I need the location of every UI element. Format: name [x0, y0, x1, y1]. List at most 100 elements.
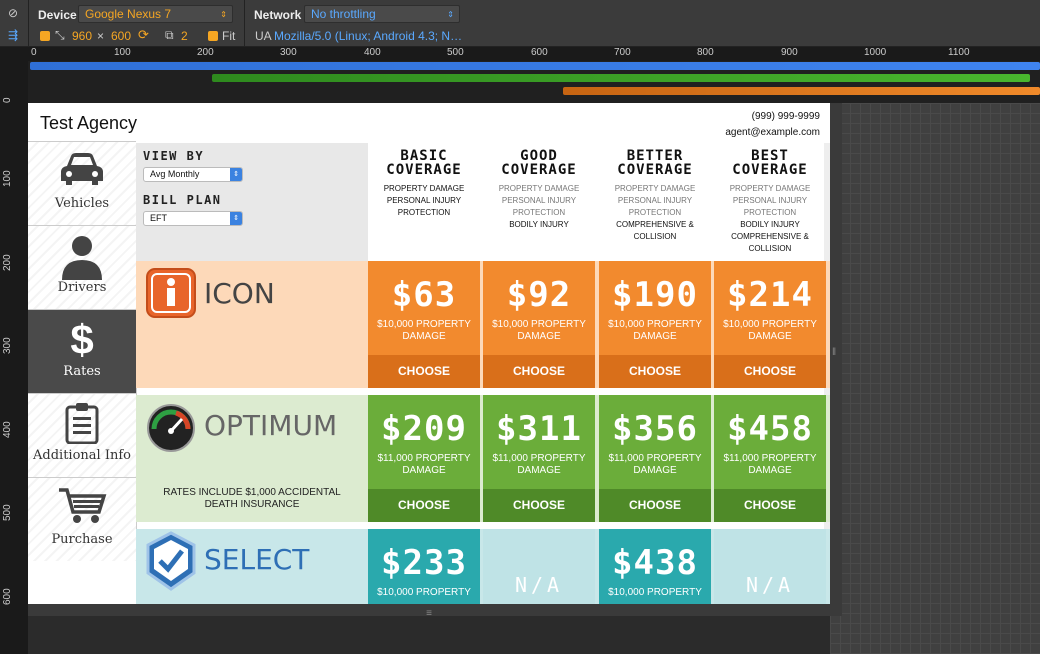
sidebar-item-label: Drivers: [57, 280, 107, 295]
sidebar-item-additional-info[interactable]: Additional Info: [28, 393, 136, 477]
media-bar-orange[interactable]: [563, 87, 1040, 95]
price-description: $11,000 PROPERTY DAMAGE: [492, 453, 586, 476]
bottom-resize-handle[interactable]: ≡: [28, 604, 830, 619]
price-description: $11,000 PROPERTY DAMAGE: [723, 453, 817, 476]
bill-plan-select[interactable]: EFT ⇕: [143, 211, 243, 226]
coverage-line: PROPERTY DAMAGE: [498, 184, 580, 193]
price-description: $10,000 PROPERTY: [608, 587, 702, 598]
choose-button[interactable]: CHOOSE: [483, 489, 595, 522]
coverage-line: PERSONAL INJURY: [386, 196, 462, 205]
choose-button[interactable]: CHOOSE: [714, 355, 826, 388]
rotate-icon[interactable]: ⟳: [138, 27, 149, 43]
ruler-label: 600: [531, 47, 548, 58]
shield-check-icon: [146, 531, 196, 591]
price-cell: $458 $11,000 PROPERTY DAMAGE CHOOSE: [714, 395, 826, 522]
agency-phone[interactable]: (999) 999-9999: [752, 111, 820, 122]
ruler-label: 100: [114, 47, 131, 58]
ruler-label: 500: [447, 47, 464, 58]
no-entry-icon[interactable]: ⊘: [8, 6, 18, 20]
sidebar-item-vehicles[interactable]: Vehicles: [28, 141, 136, 225]
view-by-value: Avg Monthly: [150, 169, 200, 179]
price-value: $190: [612, 275, 698, 315]
coverage-line: PROTECTION: [397, 208, 451, 217]
view-by-select[interactable]: Avg Monthly ⇕: [143, 167, 243, 182]
choose-button[interactable]: CHOOSE: [599, 489, 711, 522]
canvas-grid: [830, 103, 1040, 654]
price-value: $92: [506, 275, 572, 315]
ua-label: UA: [255, 29, 272, 43]
plan-row-icon: ICON $63 $10,000 PROPERTY DAMAGE CHOOSE …: [136, 261, 830, 388]
network-select-value: No throttling: [311, 7, 376, 21]
select-arrows-icon: ⇕: [220, 10, 227, 19]
device-viewport: Test Agency (999) 999-9999 agent@example…: [28, 103, 830, 604]
device-select[interactable]: Google Nexus 7 ⇕: [78, 5, 233, 23]
coverage-lines: PROPERTY DAMAGE PERSONAL INJURY PROTECTI…: [368, 183, 480, 219]
price-cell: $92 $10,000 PROPERTY DAMAGE CHOOSE: [483, 261, 595, 388]
network-label: Network: [254, 8, 302, 22]
coverage-line: PROTECTION: [628, 208, 682, 217]
coverage-line: PROPERTY DAMAGE: [383, 184, 465, 193]
price-description: $10,000 PROPERTY: [377, 587, 471, 598]
ua-input[interactable]: Mozilla/5.0 (Linux; Android 4.3; N…: [274, 29, 462, 43]
price-description: $10,000 PROPERTY DAMAGE: [377, 319, 471, 342]
device-mode-icon[interactable]: ⇶: [8, 28, 18, 42]
resize-grip-icon: ≡: [426, 608, 432, 619]
coverage-line: PERSONAL INJURY: [501, 196, 577, 205]
coverage-line: COMPREHENSIVE &: [731, 232, 809, 241]
agency-email[interactable]: agent@example.com: [725, 127, 820, 138]
devtools-toolbar: ⊘ ⇶ Device Google Nexus 7 ⇕ Network No t…: [0, 0, 1040, 47]
gauge-icon: [147, 404, 195, 452]
choose-button[interactable]: CHOOSE: [368, 489, 480, 522]
plan-row-optimum: OPTIMUM RATES INCLUDE $1,000 ACCIDENTAL …: [136, 395, 830, 522]
sidebar-item-rates[interactable]: $ Rates: [28, 309, 136, 393]
ruler-label: 500: [2, 504, 13, 521]
ruler-label: 100: [2, 170, 13, 187]
plan-brand: ICON: [136, 261, 368, 388]
select-arrows-icon: ⇕: [230, 168, 242, 181]
ruler-label: 400: [364, 47, 381, 58]
bill-plan-value: EFT: [150, 213, 167, 223]
sidebar-item-label: Purchase: [51, 532, 113, 547]
coverage-lines: PROPERTY DAMAGE PERSONAL INJURY PROTECTI…: [599, 183, 711, 243]
agency-title: Test Agency: [40, 113, 138, 133]
media-bar-blue[interactable]: [30, 62, 1040, 70]
right-resize-handle[interactable]: ‖: [830, 103, 842, 616]
device-select-value: Google Nexus 7: [85, 7, 172, 21]
ruler-left: 0 100 200 300 400 500 600: [0, 47, 28, 654]
choose-button[interactable]: CHOOSE: [368, 355, 480, 388]
rate-options-panel: VIEW BY Avg Monthly ⇕ BILL PLAN EFT ⇕: [136, 143, 368, 261]
dpr-input[interactable]: 2: [181, 29, 188, 43]
not-available-label: N/A: [514, 573, 564, 597]
price-description: $10,000 PROPERTY DAMAGE: [608, 319, 702, 342]
network-select[interactable]: No throttling ⇕: [304, 5, 460, 23]
price-value: $458: [727, 409, 813, 449]
dpr-icon: ⧉: [165, 28, 174, 42]
price-value: $63: [391, 275, 457, 315]
coverage-header-best: BEST COVERAGE PROPERTY DAMAGE PERSONAL I…: [714, 143, 826, 261]
choose-button[interactable]: CHOOSE: [483, 355, 595, 388]
fit-checkbox[interactable]: [208, 31, 218, 41]
resolution-checkbox[interactable]: [40, 31, 50, 41]
choose-button[interactable]: CHOOSE: [599, 355, 711, 388]
choose-button[interactable]: CHOOSE: [714, 489, 826, 522]
width-input[interactable]: 960: [72, 29, 92, 43]
fit-label: Fit: [222, 29, 236, 43]
height-input[interactable]: 600: [111, 29, 131, 43]
ruler-label: 800: [697, 47, 714, 58]
price-value: $209: [381, 409, 467, 449]
ruler-label: 400: [2, 421, 13, 438]
resize-icon: ⤡: [55, 28, 65, 42]
price-cell: $190 $10,000 PROPERTY DAMAGE CHOOSE: [599, 261, 711, 388]
coverage-lines: PROPERTY DAMAGE PERSONAL INJURY PROTECTI…: [714, 183, 826, 255]
coverage-header-better: BETTER COVERAGE PROPERTY DAMAGE PERSONAL…: [599, 143, 711, 261]
clipboard-icon: [28, 402, 136, 446]
price-cell: $63 $10,000 PROPERTY DAMAGE CHOOSE: [368, 261, 480, 388]
media-bar-green[interactable]: [212, 74, 1030, 82]
coverage-line: PERSONAL INJURY: [732, 196, 808, 205]
sidebar-item-drivers[interactable]: Drivers: [28, 225, 136, 309]
price-cell: $356 $11,000 PROPERTY DAMAGE CHOOSE: [599, 395, 711, 522]
ruler-label: 900: [781, 47, 798, 58]
sidebar-item-purchase[interactable]: Purchase: [28, 477, 136, 561]
media-query-bars: [28, 61, 1040, 103]
plan-brand: OPTIMUM RATES INCLUDE $1,000 ACCIDENTAL …: [136, 395, 368, 522]
